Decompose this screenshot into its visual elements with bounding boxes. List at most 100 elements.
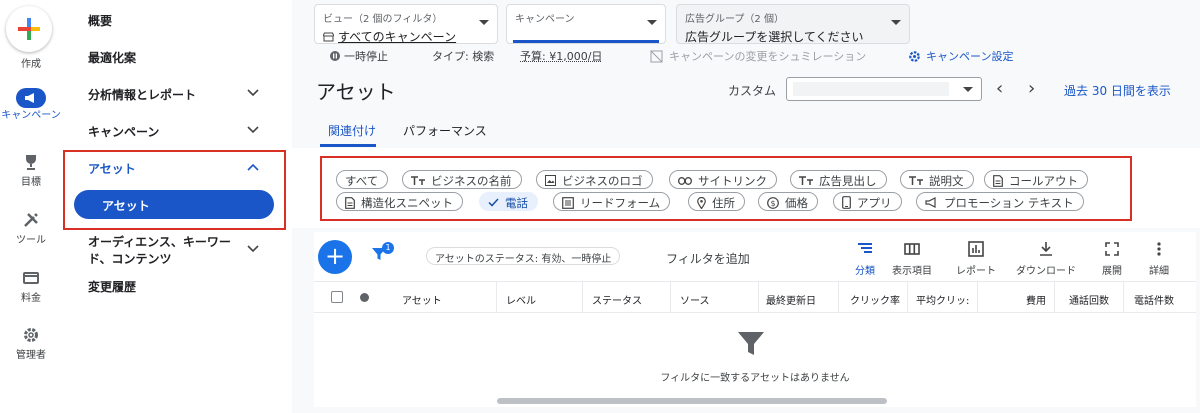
col-calls[interactable]: 通話回数 (1069, 292, 1109, 307)
col-ctr[interactable]: クリック率 (850, 292, 900, 307)
chip-callout[interactable]: コールアウト (984, 170, 1088, 189)
asset-type-filter-area: すべて ビジネスの名前 ビジネスのロゴ サイトリンク 広告見出し 説明文 コール… (292, 148, 1200, 228)
chip-headline[interactable]: 広告見出し (790, 170, 887, 189)
sidebar-item-recommendations[interactable]: 最適化案 (88, 49, 136, 66)
link-icon (678, 176, 692, 185)
col-cost[interactable]: 費用 (1026, 292, 1046, 307)
campaign-budget[interactable]: 予算: ¥1,000/日 (520, 48, 602, 64)
adgroup-selector[interactable]: 広告グループ（2 個） 広告グループを選択してください (676, 4, 910, 44)
tab-associations[interactable]: 関連付け (328, 122, 376, 139)
col-last-updated[interactable]: 最終更新日 (766, 292, 816, 307)
document-icon (993, 174, 1003, 187)
sidebar-item-audiences[interactable]: オーディエンス、キーワード、コンテンツ (88, 234, 248, 268)
assets-table-card: + 1 アセットのステータス: 有効、一時停止 フィルタを追加 分類 表示項目 … (314, 232, 1196, 407)
download-button[interactable]: ダウンロード (1011, 240, 1081, 277)
chip-description[interactable]: 説明文 (900, 170, 974, 189)
filter-empty-icon (738, 332, 764, 355)
rail-item-billing[interactable]: 料金 (0, 269, 62, 304)
chip-phone[interactable]: 電話 (479, 192, 538, 211)
view-value: すべてのキャンペーン (338, 30, 457, 44)
period-link[interactable]: 過去 30 日間を表示 (1064, 82, 1171, 99)
chip-app[interactable]: アプリ (833, 192, 902, 211)
columns-icon (904, 243, 920, 255)
rail-item-goals[interactable]: 目標 (0, 153, 62, 188)
plus-icon (18, 18, 40, 40)
nav-rail: 作成 キャンペーン 目標 ツール 料金 管理者 (0, 0, 62, 413)
megaphone-icon (25, 93, 34, 103)
campaign-status: 一時停止 (330, 48, 388, 64)
add-asset-button[interactable]: + (318, 240, 352, 274)
chip-address[interactable]: 住所 (688, 192, 745, 211)
add-filter-button[interactable]: フィルタを追加 (666, 250, 750, 267)
adgroup-value: 広告グループを選択してください (685, 30, 864, 44)
tab-performance[interactable]: パフォーマンス (403, 122, 487, 139)
more-vert-icon (1157, 242, 1161, 256)
check-icon (488, 198, 499, 207)
text-icon (411, 175, 425, 185)
campaign-type: タイプ: 検索 (432, 50, 495, 63)
price-icon: $ (767, 196, 779, 209)
simulate-link[interactable]: キャンペーンの変更をシュミレーション (650, 48, 866, 64)
sidebar-subitem-assets[interactable]: アセット (74, 190, 274, 219)
chip-business-name[interactable]: ビジネスの名前 (402, 170, 522, 189)
more-button[interactable]: 詳細 (1124, 240, 1194, 277)
reports-button[interactable]: レポート (941, 240, 1011, 277)
status-filter-chip[interactable]: アセットのステータス: 有効、一時停止 (426, 247, 621, 265)
form-icon (562, 196, 574, 209)
rail-billing-label: 料金 (21, 293, 41, 304)
col-level[interactable]: レベル (506, 292, 536, 307)
sidebar-item-overview[interactable]: 概要 (88, 12, 112, 29)
download-icon (1040, 242, 1052, 256)
campaign-underline (513, 40, 659, 43)
rail-tools-label: ツール (16, 235, 46, 246)
sidebar-item-change-history[interactable]: 変更履歴 (88, 278, 136, 295)
store-icon (323, 32, 334, 41)
rail-item-tools[interactable]: ツール (0, 211, 62, 246)
location-pin-icon (697, 196, 706, 209)
col-avg-cpc[interactable]: 平均クリッ: (916, 292, 969, 307)
rail-admin-label: 管理者 (16, 350, 46, 361)
tools-icon (24, 213, 38, 227)
chip-lead-form[interactable]: リードフォーム (553, 192, 671, 211)
image-icon (545, 175, 556, 186)
rail-goals-label: 目標 (21, 177, 41, 188)
columns-button[interactable]: 表示項目 (877, 240, 947, 277)
chip-sitelink[interactable]: サイトリンク (669, 170, 777, 189)
chevron-down-icon[interactable] (247, 89, 259, 97)
rail-item-campaign[interactable]: キャンペーン (0, 88, 62, 121)
text-icon (909, 175, 923, 185)
sidebar-item-campaigns[interactable]: キャンペーン (88, 123, 159, 140)
rail-create-label: 作成 (21, 59, 41, 70)
sidebar-item-insights[interactable]: 分析情報とレポート (88, 86, 196, 103)
col-asset[interactable]: アセット (402, 292, 442, 307)
svg-text:$: $ (770, 199, 775, 208)
horizontal-scrollbar[interactable] (497, 398, 887, 404)
chevron-down-icon[interactable] (247, 126, 259, 134)
campaign-settings-link[interactable]: キャンペーン設定 (908, 48, 1013, 64)
date-range-select[interactable] (786, 77, 982, 101)
document-icon (345, 196, 355, 209)
chip-structured-snippet[interactable]: 構造化スニペット (336, 192, 463, 211)
chip-business-logo[interactable]: ビジネスのロゴ (536, 170, 653, 189)
chevron-down-icon[interactable] (247, 245, 259, 253)
select-all-checkbox[interactable] (331, 291, 343, 303)
chip-promotion-text[interactable]: プロモーション テキスト (916, 192, 1084, 211)
status-dot-icon (360, 293, 369, 302)
megaphone-icon (925, 197, 936, 208)
chip-price[interactable]: $ 価格 (758, 192, 818, 211)
col-status[interactable]: ステータス (592, 292, 642, 307)
view-label: ビュー（2 個のフィルタ） (323, 14, 443, 25)
next-period-icon[interactable]: › (1028, 78, 1035, 99)
create-button[interactable] (6, 6, 52, 52)
chip-all[interactable]: すべて (336, 170, 389, 189)
page-title: アセット (316, 80, 396, 104)
expand-icon (1105, 242, 1119, 256)
campaign-label: キャンペーン (515, 14, 575, 25)
prev-period-icon[interactable]: ‹ (996, 78, 1003, 99)
col-phone-calls[interactable]: 電話件数 (1134, 292, 1174, 307)
view-selector[interactable]: ビュー（2 個のフィルタ） すべてのキャンペーン (314, 4, 498, 44)
dropdown-arrow-icon (479, 20, 489, 25)
col-source[interactable]: ソース (680, 292, 710, 307)
rail-item-admin[interactable]: 管理者 (0, 326, 62, 361)
campaign-selector[interactable]: キャンペーン (506, 4, 666, 44)
